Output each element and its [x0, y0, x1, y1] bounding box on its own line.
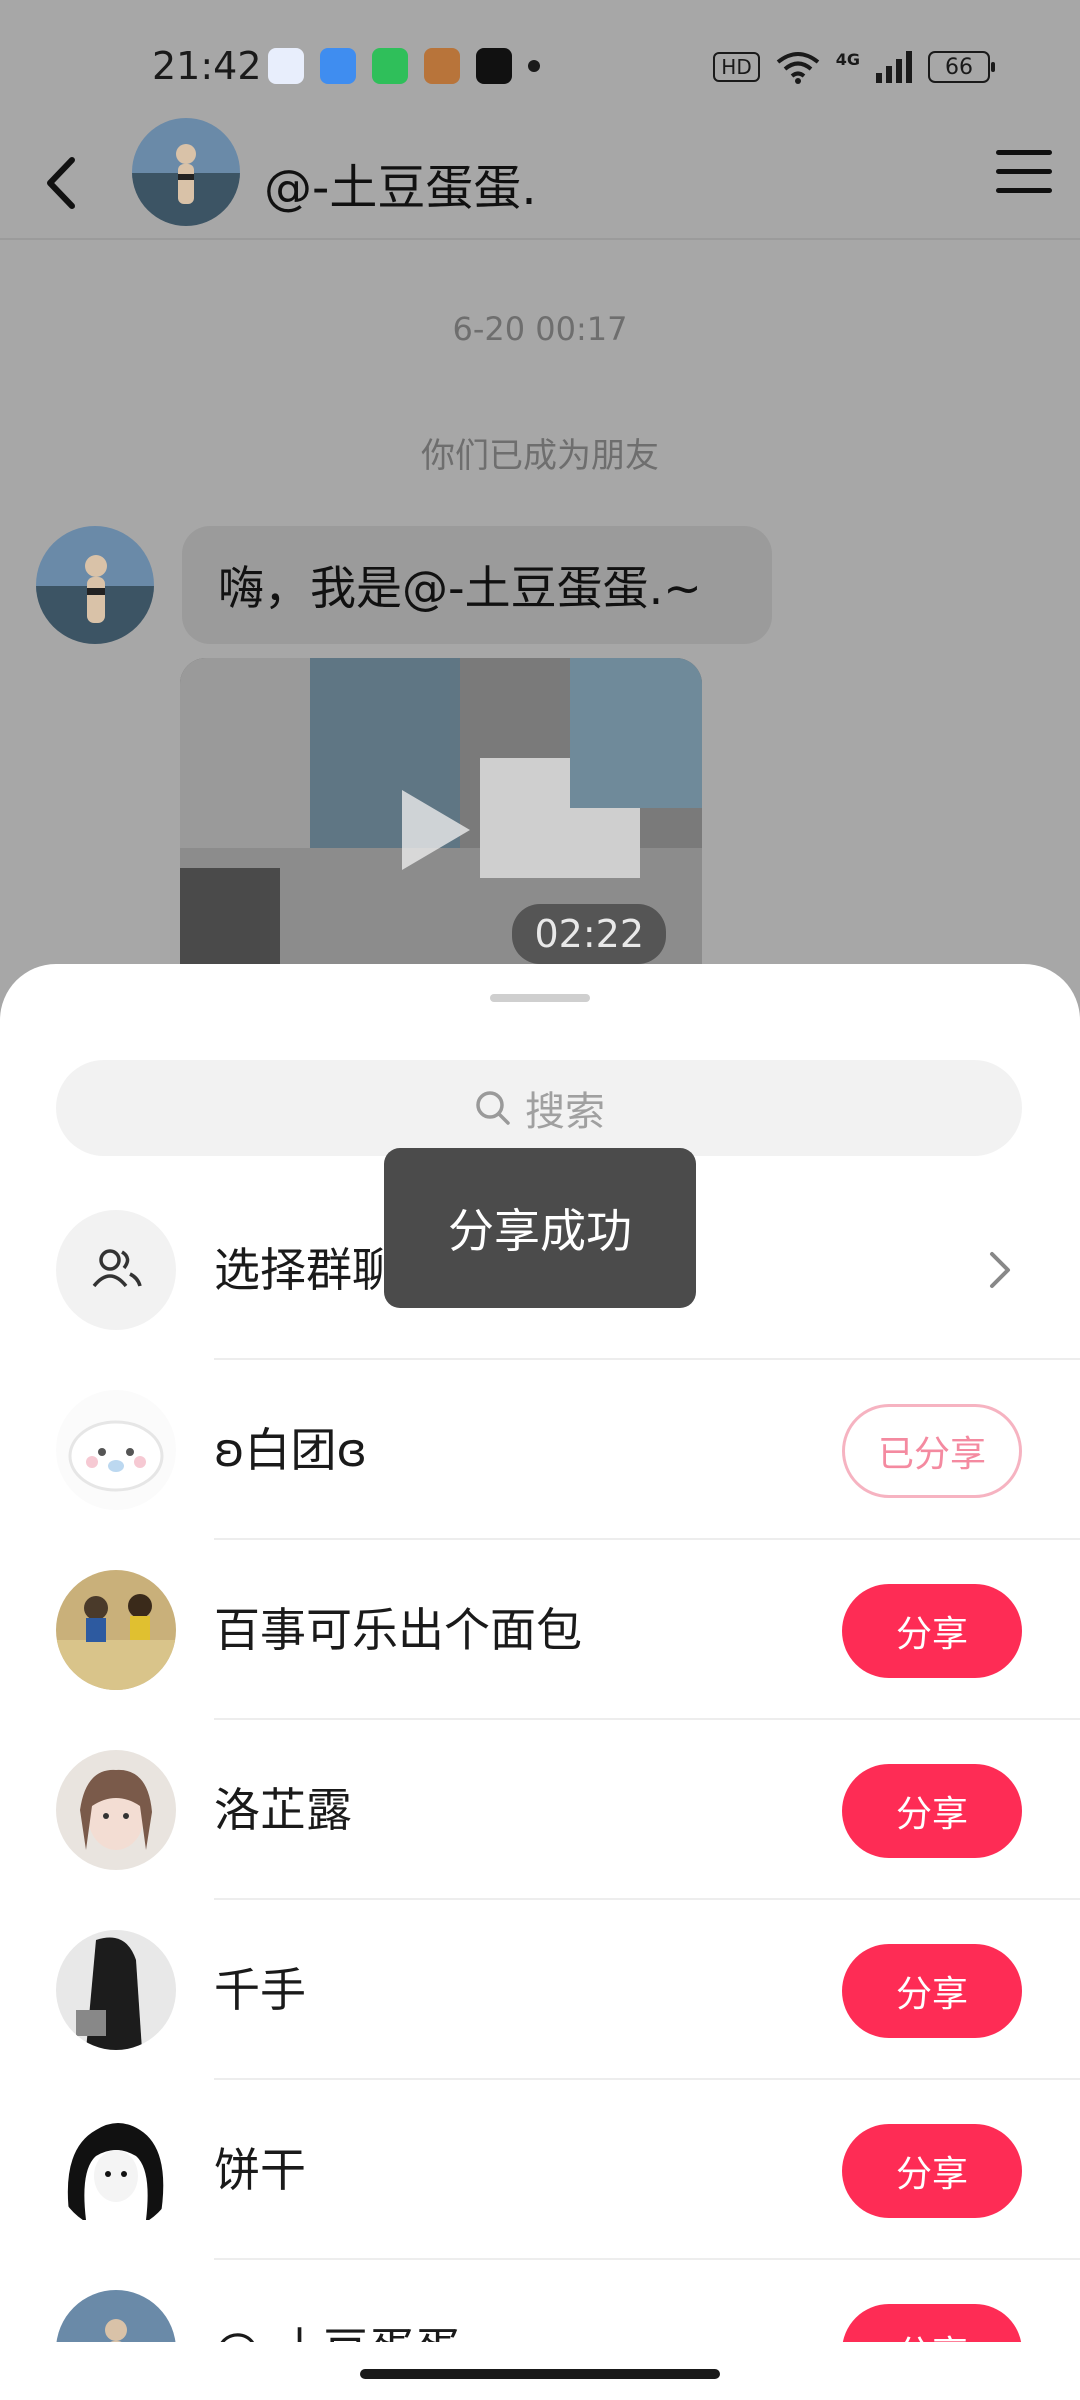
share-button[interactable]: 分享 [842, 2304, 1022, 2342]
chat-timestamp: 6-20 00:17 [452, 310, 628, 348]
message-text: 嗨，我是@-土豆蛋蛋.~ [218, 561, 702, 615]
blue-app-icon [320, 48, 356, 84]
network-type: 4G [835, 50, 860, 69]
search-placeholder: 搜索 [525, 1089, 605, 1135]
green-app-icon [372, 48, 408, 84]
battery-level: 66 [945, 54, 973, 80]
battery-icon: 66 [928, 51, 995, 83]
contact-name: 千手 [214, 1963, 306, 2017]
contact-name: @-土豆蛋蛋 [214, 2260, 461, 2342]
video-message[interactable]: 02:22 [180, 658, 702, 964]
tiktok-app-icon [476, 48, 512, 84]
contact-avatar[interactable] [56, 1390, 176, 1510]
contact-row: 饼干 分享 [0, 2080, 1080, 2260]
system-message: 你们已成为朋友 [421, 436, 659, 476]
wifi-icon [776, 52, 819, 84]
menu-icon[interactable] [996, 150, 1052, 198]
more-notifications-dot [528, 60, 540, 72]
group-chat-icon [56, 1210, 176, 1330]
signal-icon [876, 51, 912, 83]
group-chat-label: 选择群聊 [214, 1243, 398, 1297]
header-avatar[interactable] [132, 118, 240, 226]
search-input[interactable]: 搜索 [56, 1060, 1022, 1156]
contact-avatar[interactable] [56, 1750, 176, 1870]
share-success-toast: 分享成功 [384, 1148, 696, 1308]
contact-avatar[interactable] [56, 1930, 176, 2050]
contact-avatar[interactable] [56, 1570, 176, 1690]
status-time: 21:42 [152, 44, 262, 88]
search-icon [476, 1091, 510, 1125]
share-button[interactable]: 分享 [842, 1764, 1022, 1858]
list-clip: @-土豆蛋蛋 分享 [0, 2260, 1080, 2342]
home-indicator[interactable] [360, 2369, 720, 2379]
contact-name: 洛芷露 [214, 1783, 352, 1837]
play-icon[interactable] [402, 790, 470, 870]
game-app-icon [424, 48, 460, 84]
contact-name: ʚ白团ɞ [214, 1423, 368, 1477]
contact-row: 千手 分享 [0, 1900, 1080, 2080]
contact-row: ʚ白团ɞ 已分享 [0, 1360, 1080, 1540]
sender-avatar[interactable] [36, 526, 154, 644]
share-button[interactable]: 分享 [842, 2124, 1022, 2218]
status-bar: 21:42 HD 4G 66 [0, 0, 1080, 130]
share-button[interactable]: 分享 [842, 1944, 1022, 2038]
sheet-drag-handle[interactable] [490, 994, 590, 1002]
contact-avatar[interactable] [56, 2290, 176, 2342]
back-arrow-icon[interactable] [36, 148, 96, 218]
chat-title: @-土豆蛋蛋. [264, 160, 537, 216]
contact-row: @-土豆蛋蛋 分享 [0, 2260, 1080, 2342]
status-indicators: HD 4G 66 [713, 50, 995, 84]
contact-row: 百事可乐出个面包 分享 [0, 1540, 1080, 1720]
chevron-right-icon [990, 1252, 1010, 1288]
contact-name: 百事可乐出个面包 [214, 1603, 582, 1657]
notification-icons [268, 48, 540, 84]
share-button[interactable]: 分享 [842, 1584, 1022, 1678]
contact-row: 洛芷露 分享 [0, 1720, 1080, 1900]
baidu-app-icon [268, 48, 304, 84]
contact-avatar[interactable] [56, 2110, 176, 2230]
video-duration: 02:22 [512, 904, 666, 964]
hd-badge: HD [713, 52, 760, 82]
shared-button[interactable]: 已分享 [842, 1404, 1022, 1498]
message-bubble[interactable]: 嗨，我是@-土豆蛋蛋.~ [182, 526, 772, 644]
contact-name: 饼干 [214, 2143, 306, 2197]
